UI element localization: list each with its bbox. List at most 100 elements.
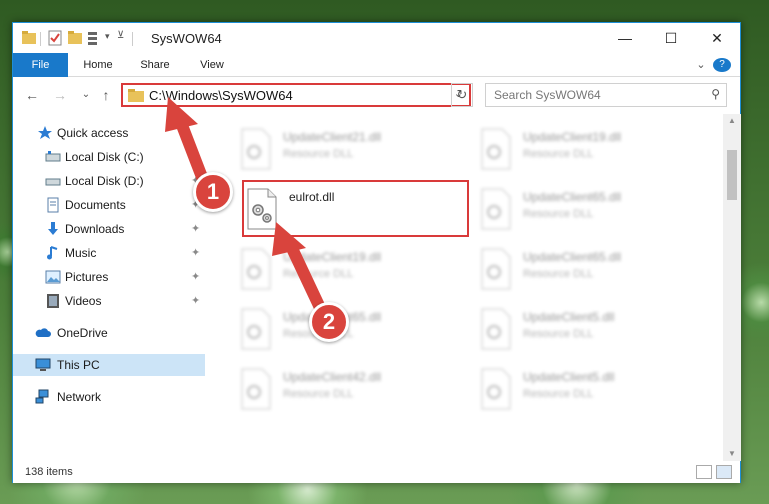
file-name: UpdateClient19.dll bbox=[283, 250, 382, 264]
file-type: Resource DLL bbox=[283, 148, 354, 160]
sidebar-item-network[interactable]: Network bbox=[13, 386, 205, 408]
file-item[interactable]: UpdateClient19.dll Resource DLL bbox=[468, 124, 698, 180]
computer-icon bbox=[35, 358, 51, 371]
quick-access-toolbar-dropdown-icon[interactable]: ⊻ bbox=[117, 30, 124, 48]
sidebar-item-label: Network bbox=[57, 390, 102, 404]
star-icon bbox=[38, 126, 52, 139]
chevron-down-icon[interactable]: ▾ bbox=[105, 31, 110, 49]
tab-share[interactable]: Share bbox=[130, 53, 180, 77]
network-icon bbox=[35, 389, 49, 404]
sidebar-item-videos[interactable]: Videos ✦ bbox=[13, 290, 205, 312]
pin-icon: ✦ bbox=[191, 295, 201, 307]
refresh-button[interactable]: ↻ bbox=[451, 83, 473, 107]
file-type: Resource DLL bbox=[523, 148, 594, 160]
sidebar-item-this-pc[interactable]: This PC bbox=[13, 354, 205, 376]
help-icon[interactable]: ? bbox=[713, 58, 731, 72]
file-name: UpdateClient21.dll bbox=[283, 130, 382, 144]
search-icon[interactable]: ⚲ bbox=[711, 87, 720, 101]
scroll-up-icon[interactable]: ▲ bbox=[723, 114, 741, 128]
sidebar-item-label: Downloads bbox=[65, 222, 125, 236]
dll-file-icon bbox=[481, 368, 511, 410]
scrollbar-thumb[interactable] bbox=[727, 150, 737, 200]
sidebar-item-downloads[interactable]: Downloads ✦ bbox=[13, 218, 205, 240]
properties-icon[interactable] bbox=[47, 29, 63, 47]
sidebar-item-quick-access[interactable]: Quick access bbox=[13, 122, 205, 144]
file-name: UpdateClient5.dll bbox=[523, 370, 615, 384]
navigation-pane: Quick access Local Disk (C:) ✦ Local Dis… bbox=[13, 114, 213, 461]
file-highlight-box bbox=[242, 180, 469, 237]
file-item[interactable]: UpdateClient5.dll Resource DLL bbox=[468, 364, 698, 420]
dll-file-icon bbox=[481, 248, 511, 290]
cloud-icon bbox=[35, 328, 51, 337]
item-count: 138 items bbox=[25, 466, 73, 478]
forward-button[interactable]: → bbox=[51, 86, 69, 104]
dll-file-icon bbox=[481, 128, 511, 170]
address-path: C:\Windows\SysWOW64 bbox=[149, 88, 293, 103]
ribbon-tabs: File Home Share View ⌄ ? bbox=[13, 53, 740, 109]
dll-file-icon bbox=[241, 128, 271, 170]
sidebar-item-label: OneDrive bbox=[57, 326, 108, 340]
drive-icon bbox=[45, 151, 61, 162]
new-folder-icon[interactable] bbox=[67, 29, 83, 47]
sidebar-item-music[interactable]: Music ✦ bbox=[13, 242, 205, 264]
address-bar[interactable]: C:\Windows\SysWOW64 ⌄ bbox=[121, 83, 471, 107]
sidebar-item-label: Videos bbox=[65, 294, 102, 308]
recent-locations-icon[interactable]: ⌄ bbox=[77, 86, 95, 104]
pin-icon: ✦ bbox=[191, 271, 201, 283]
file-item[interactable]: UpdateClient19.dll Resource DLL bbox=[228, 244, 458, 300]
download-icon bbox=[48, 222, 58, 235]
title-bar: ▾ ⊻ SysWOW64 — ☐ ✕ bbox=[13, 23, 740, 53]
dll-file-icon bbox=[241, 308, 271, 350]
file-item[interactable]: UpdateClient42.dll Resource DLL bbox=[228, 364, 458, 420]
large-icons-view-icon[interactable] bbox=[716, 465, 732, 479]
sidebar-item-label: This PC bbox=[57, 358, 100, 372]
search-box[interactable]: Search SysWOW64 ⚲ bbox=[485, 83, 727, 107]
sidebar-item-local-disk-d[interactable]: Local Disk (D:) ✦ bbox=[13, 170, 205, 192]
file-list: UpdateClient21.dll Resource DLL UpdateCl… bbox=[218, 114, 723, 461]
sidebar-item-label: Quick access bbox=[57, 126, 129, 140]
pin-icon: ✦ bbox=[191, 223, 201, 235]
tab-view[interactable]: View bbox=[187, 53, 237, 77]
file-type: Resource DLL bbox=[283, 388, 354, 400]
tab-home[interactable]: Home bbox=[73, 53, 123, 77]
step-2-badge: 2 bbox=[309, 302, 349, 342]
pin-icon: ✦ bbox=[191, 247, 201, 259]
vertical-scrollbar[interactable]: ▲ ▼ bbox=[723, 114, 741, 461]
file-explorer-window: ▾ ⊻ SysWOW64 — ☐ ✕ File Home Share View … bbox=[12, 22, 741, 483]
scroll-down-icon[interactable]: ▼ bbox=[723, 447, 741, 461]
file-type: Resource DLL bbox=[523, 268, 594, 280]
close-button[interactable]: ✕ bbox=[694, 23, 740, 53]
file-item[interactable]: UpdateClient65.dll Resource DLL bbox=[468, 244, 698, 300]
search-input[interactable]: Search SysWOW64 bbox=[494, 88, 601, 102]
minimize-button[interactable]: — bbox=[602, 23, 648, 53]
file-name: UpdateClient65.dll bbox=[523, 190, 622, 204]
file-item[interactable]: UpdateClient5.dll Resource DLL bbox=[468, 304, 698, 360]
file-name: UpdateClient65.dll bbox=[523, 250, 622, 264]
up-button[interactable]: ↑ bbox=[97, 86, 115, 104]
back-button[interactable]: ← bbox=[23, 86, 41, 104]
sidebar-item-local-disk-c[interactable]: Local Disk (C:) ✦ bbox=[13, 146, 205, 168]
maximize-button[interactable]: ☐ bbox=[648, 23, 694, 53]
sidebar-item-label: Music bbox=[65, 246, 97, 260]
file-name: UpdateClient42.dll bbox=[283, 370, 382, 384]
sidebar-item-label: Local Disk (C:) bbox=[65, 150, 144, 164]
file-name: UpdateClient5.dll bbox=[523, 310, 615, 324]
file-type: Resource DLL bbox=[523, 328, 594, 340]
dll-file-icon bbox=[241, 368, 271, 410]
sidebar-item-label: Documents bbox=[65, 198, 126, 212]
file-type: Resource DLL bbox=[523, 388, 594, 400]
dll-file-icon bbox=[481, 188, 511, 230]
sidebar-item-pictures[interactable]: Pictures ✦ bbox=[13, 266, 205, 288]
file-type: Resource DLL bbox=[283, 268, 354, 280]
customize-icon[interactable] bbox=[87, 29, 103, 47]
file-item[interactable]: UpdateClient21.dll Resource DLL bbox=[228, 124, 458, 180]
window-title: SysWOW64 bbox=[151, 31, 222, 46]
sidebar-item-documents[interactable]: Documents ✦ bbox=[13, 194, 205, 216]
status-bar: 138 items bbox=[13, 461, 740, 483]
expand-ribbon-icon[interactable]: ⌄ bbox=[691, 53, 711, 77]
sidebar-item-label: Pictures bbox=[65, 270, 109, 284]
details-view-icon[interactable] bbox=[696, 465, 712, 479]
file-item[interactable]: UpdateClient65.dll Resource DLL bbox=[468, 184, 698, 240]
sidebar-item-onedrive[interactable]: OneDrive bbox=[13, 322, 205, 344]
dll-file-icon bbox=[241, 248, 271, 290]
